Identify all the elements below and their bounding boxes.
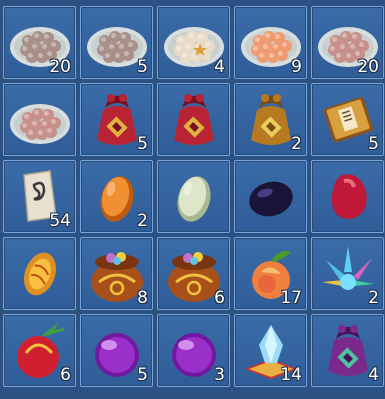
item-quantity: 5 <box>137 365 148 385</box>
inventory-slot[interactable] <box>157 83 230 156</box>
item-quantity: 2 <box>368 288 379 308</box>
inventory-slot[interactable]: 8 <box>80 237 153 310</box>
inventory-slot[interactable] <box>234 160 307 233</box>
item-quantity: 6 <box>214 288 225 308</box>
item-quantity: 2 <box>291 134 302 154</box>
red-gem-icon <box>331 174 367 219</box>
inventory-slot[interactable] <box>157 160 230 233</box>
item-quantity: 4 <box>214 57 225 77</box>
item-quantity: 5 <box>368 134 379 154</box>
inventory-slot[interactable]: 5 <box>311 83 384 156</box>
inventory-grid: 20 5 4 9 20 5 2 5 54 2 8 6 17 2 6 5 3 14 4 <box>0 0 385 399</box>
item-quantity: 3 <box>214 365 225 385</box>
inventory-slot[interactable]: 3 <box>157 314 230 387</box>
item-quantity: 9 <box>291 57 302 77</box>
inventory-slot[interactable]: 5 <box>80 314 153 387</box>
item-quantity: 2 <box>137 211 148 231</box>
plate-dumplings-pink-icon <box>10 104 70 144</box>
inventory-slot[interactable]: 20 <box>311 6 384 79</box>
inventory-slot[interactable]: 14 <box>234 314 307 387</box>
inventory-slot[interactable] <box>311 160 384 233</box>
inventory-slot[interactable]: 2 <box>80 160 153 233</box>
red-pouch-icon <box>174 94 214 145</box>
item-quantity: 54 <box>49 211 71 231</box>
inventory-slot[interactable]: 20 <box>3 6 76 79</box>
inventory-slot[interactable]: 6 <box>157 237 230 310</box>
inventory-slot[interactable]: 54 <box>3 160 76 233</box>
inventory-slot[interactable]: 4 <box>157 6 230 79</box>
inventory-slot[interactable]: 9 <box>234 6 307 79</box>
inventory-slot[interactable]: 2 <box>311 237 384 310</box>
item-quantity: 6 <box>60 365 71 385</box>
dark-gem-icon <box>249 181 293 217</box>
inventory-slot[interactable]: 17 <box>234 237 307 310</box>
inventory-slot[interactable] <box>3 83 76 156</box>
item-quantity: 17 <box>280 288 302 308</box>
inventory-slot[interactable]: 2 <box>234 83 307 156</box>
item-quantity: 8 <box>137 288 148 308</box>
item-quantity: 5 <box>137 134 148 154</box>
inventory-slot[interactable]: 5 <box>80 6 153 79</box>
item-quantity: 14 <box>280 365 302 385</box>
inventory-slot[interactable]: 6 <box>3 314 76 387</box>
inventory-slot[interactable] <box>3 237 76 310</box>
amber-gem-icon <box>24 252 56 296</box>
item-quantity: 20 <box>49 57 71 77</box>
item-quantity: 20 <box>357 57 379 77</box>
jade-egg-icon <box>177 176 211 222</box>
item-quantity: 5 <box>137 57 148 77</box>
inventory-slot[interactable]: 5 <box>80 83 153 156</box>
inventory-slot[interactable]: 4 <box>311 314 384 387</box>
item-quantity: 4 <box>368 365 379 385</box>
